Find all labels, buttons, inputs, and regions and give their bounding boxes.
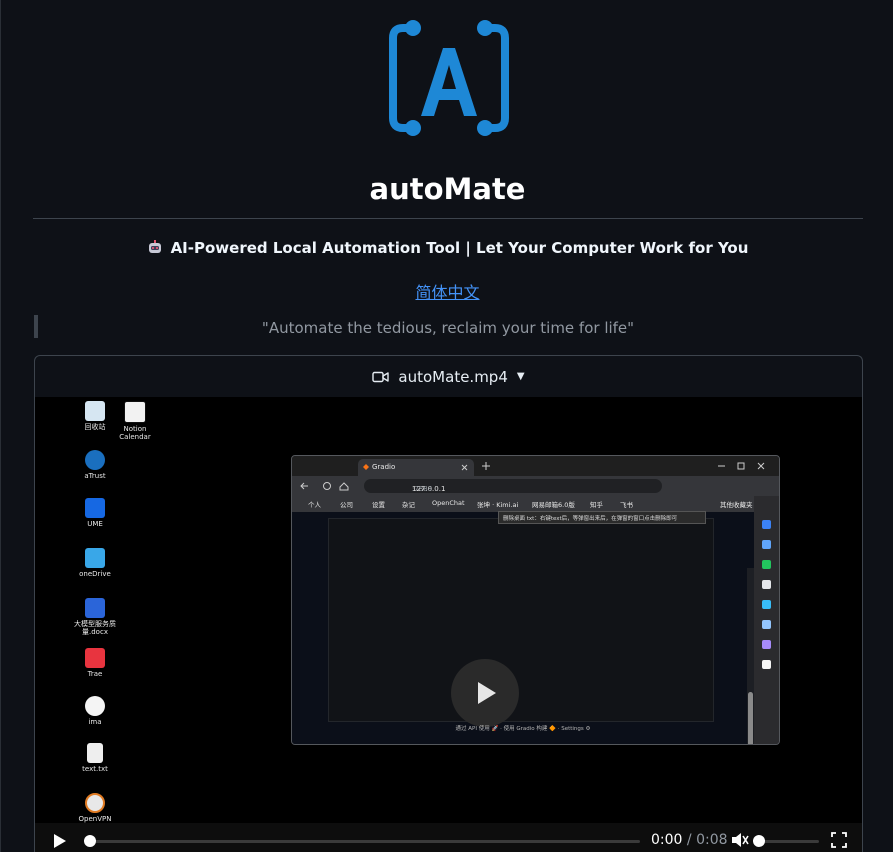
sidebar-app-icon: [762, 620, 771, 629]
play-button[interactable]: [53, 833, 67, 849]
volume-slider[interactable]: [753, 835, 819, 847]
ume-icon: [85, 498, 105, 518]
video-filename: autoMate.mp4: [398, 367, 508, 386]
chinese-readme-link[interactable]: 简体中文: [1, 279, 893, 303]
gradio-video-panel: [328, 518, 714, 727]
browser-bookmarks-bar: 个人 公司 设置 杂记 OpenChat 张坤 · Kimi.ai 网易邮箱6.…: [292, 496, 779, 512]
browser-sidebar: [754, 496, 779, 744]
robot-icon: [148, 240, 161, 253]
text-file-icon: [87, 743, 103, 763]
desktop-icon-notion-calendar: Notion Calendar: [111, 401, 159, 441]
sidebar-app-icon: [762, 520, 771, 529]
browser-scrollbar: [747, 568, 754, 744]
desktop-icon-ima: ima: [71, 696, 119, 726]
trae-icon: [85, 648, 105, 668]
desktop-icon-trae: Trae: [71, 648, 119, 678]
sidebar-app-icon: [762, 640, 771, 649]
title-divider: [33, 218, 863, 219]
gradio-play-button: [451, 659, 519, 727]
browser-tab-gradio: Gradio: [358, 459, 474, 476]
folder-icon: [85, 548, 105, 568]
browser-tab-bar: Gradio: [292, 456, 779, 476]
video-player[interactable]: 回收站 Notion Calendar aTrust UME oneDrive …: [35, 397, 862, 852]
fullscreen-icon[interactable]: [831, 832, 847, 848]
time-display: 0:00 / 0:08: [651, 832, 728, 848]
browser-window: Gradio 127.0.0.1:7888 个人 公司 设置 杂记 OpenC…: [291, 455, 780, 745]
chevron-down-icon[interactable]: ▼: [517, 371, 525, 382]
sidebar-app-icon: [762, 600, 771, 609]
window-controls-icon: [718, 462, 765, 470]
automate-logo: [389, 20, 509, 136]
sidebar-app-icon: [762, 540, 771, 549]
desktop-icon-docx: 大模型服务质量.docx: [71, 598, 119, 636]
desktop-icon-ume: UME: [71, 498, 119, 528]
atrust-icon: [85, 450, 105, 470]
scroll-thumb: [748, 692, 753, 744]
browser-tooltip: 删除桌面 txt：右键text后，等弹窗出来后，在弹窗的窗口点击删除即可: [498, 511, 706, 524]
seek-handle[interactable]: [84, 835, 96, 847]
video-header[interactable]: autoMate.mp4 ▼: [35, 356, 862, 398]
tagline-text: AI-Powered Local Automation Tool | Let Y…: [170, 239, 749, 257]
desktop-icon-onedrive: oneDrive: [71, 548, 119, 578]
desktop-icon-atrust: aTrust: [71, 450, 119, 480]
gradio-page: 通过 API 使用 🚀 · 使用 Gradio 构建 🔶 · Settings …: [292, 512, 754, 744]
gradio-logo-icon: [363, 464, 369, 470]
video-card: autoMate.mp4 ▼ 回收站 Notion Calendar aTrus…: [34, 355, 863, 852]
gradio-footer: 通过 API 使用 🚀 · 使用 Gradio 构建 🔶 · Settings …: [455, 726, 591, 732]
sidebar-app-icon: [762, 560, 771, 569]
tagline: AI-Powered Local Automation Tool | Let Y…: [1, 239, 893, 257]
volume-handle[interactable]: [753, 835, 765, 847]
browser-address-row: 127.0.0.1:7888: [292, 476, 779, 496]
seek-bar[interactable]: [84, 835, 640, 847]
calendar-icon: [124, 401, 146, 423]
sidebar-app-icon: [762, 580, 771, 589]
page-title: autoMate: [369, 172, 526, 206]
play-icon: [478, 682, 496, 704]
blockquote-text: "Automate the tedious, reclaim your time…: [261, 319, 635, 337]
new-tab-icon: [482, 462, 490, 470]
close-tab-icon: [461, 464, 468, 471]
browser-url-bar: 127.0.0.1:7888: [364, 479, 662, 493]
recycle-bin-icon: [85, 401, 105, 421]
ima-icon: [85, 696, 105, 716]
video-camera-icon: [372, 371, 390, 382]
sidebar-app-icon: [762, 660, 771, 669]
openvpn-icon: [85, 793, 105, 813]
mute-button[interactable]: [731, 832, 749, 848]
word-doc-icon: [85, 598, 105, 618]
desktop-icon-text-txt: text.txt: [71, 743, 119, 773]
nav-buttons-icon: [300, 482, 349, 491]
video-controls: 0:00 / 0:08: [35, 823, 862, 852]
